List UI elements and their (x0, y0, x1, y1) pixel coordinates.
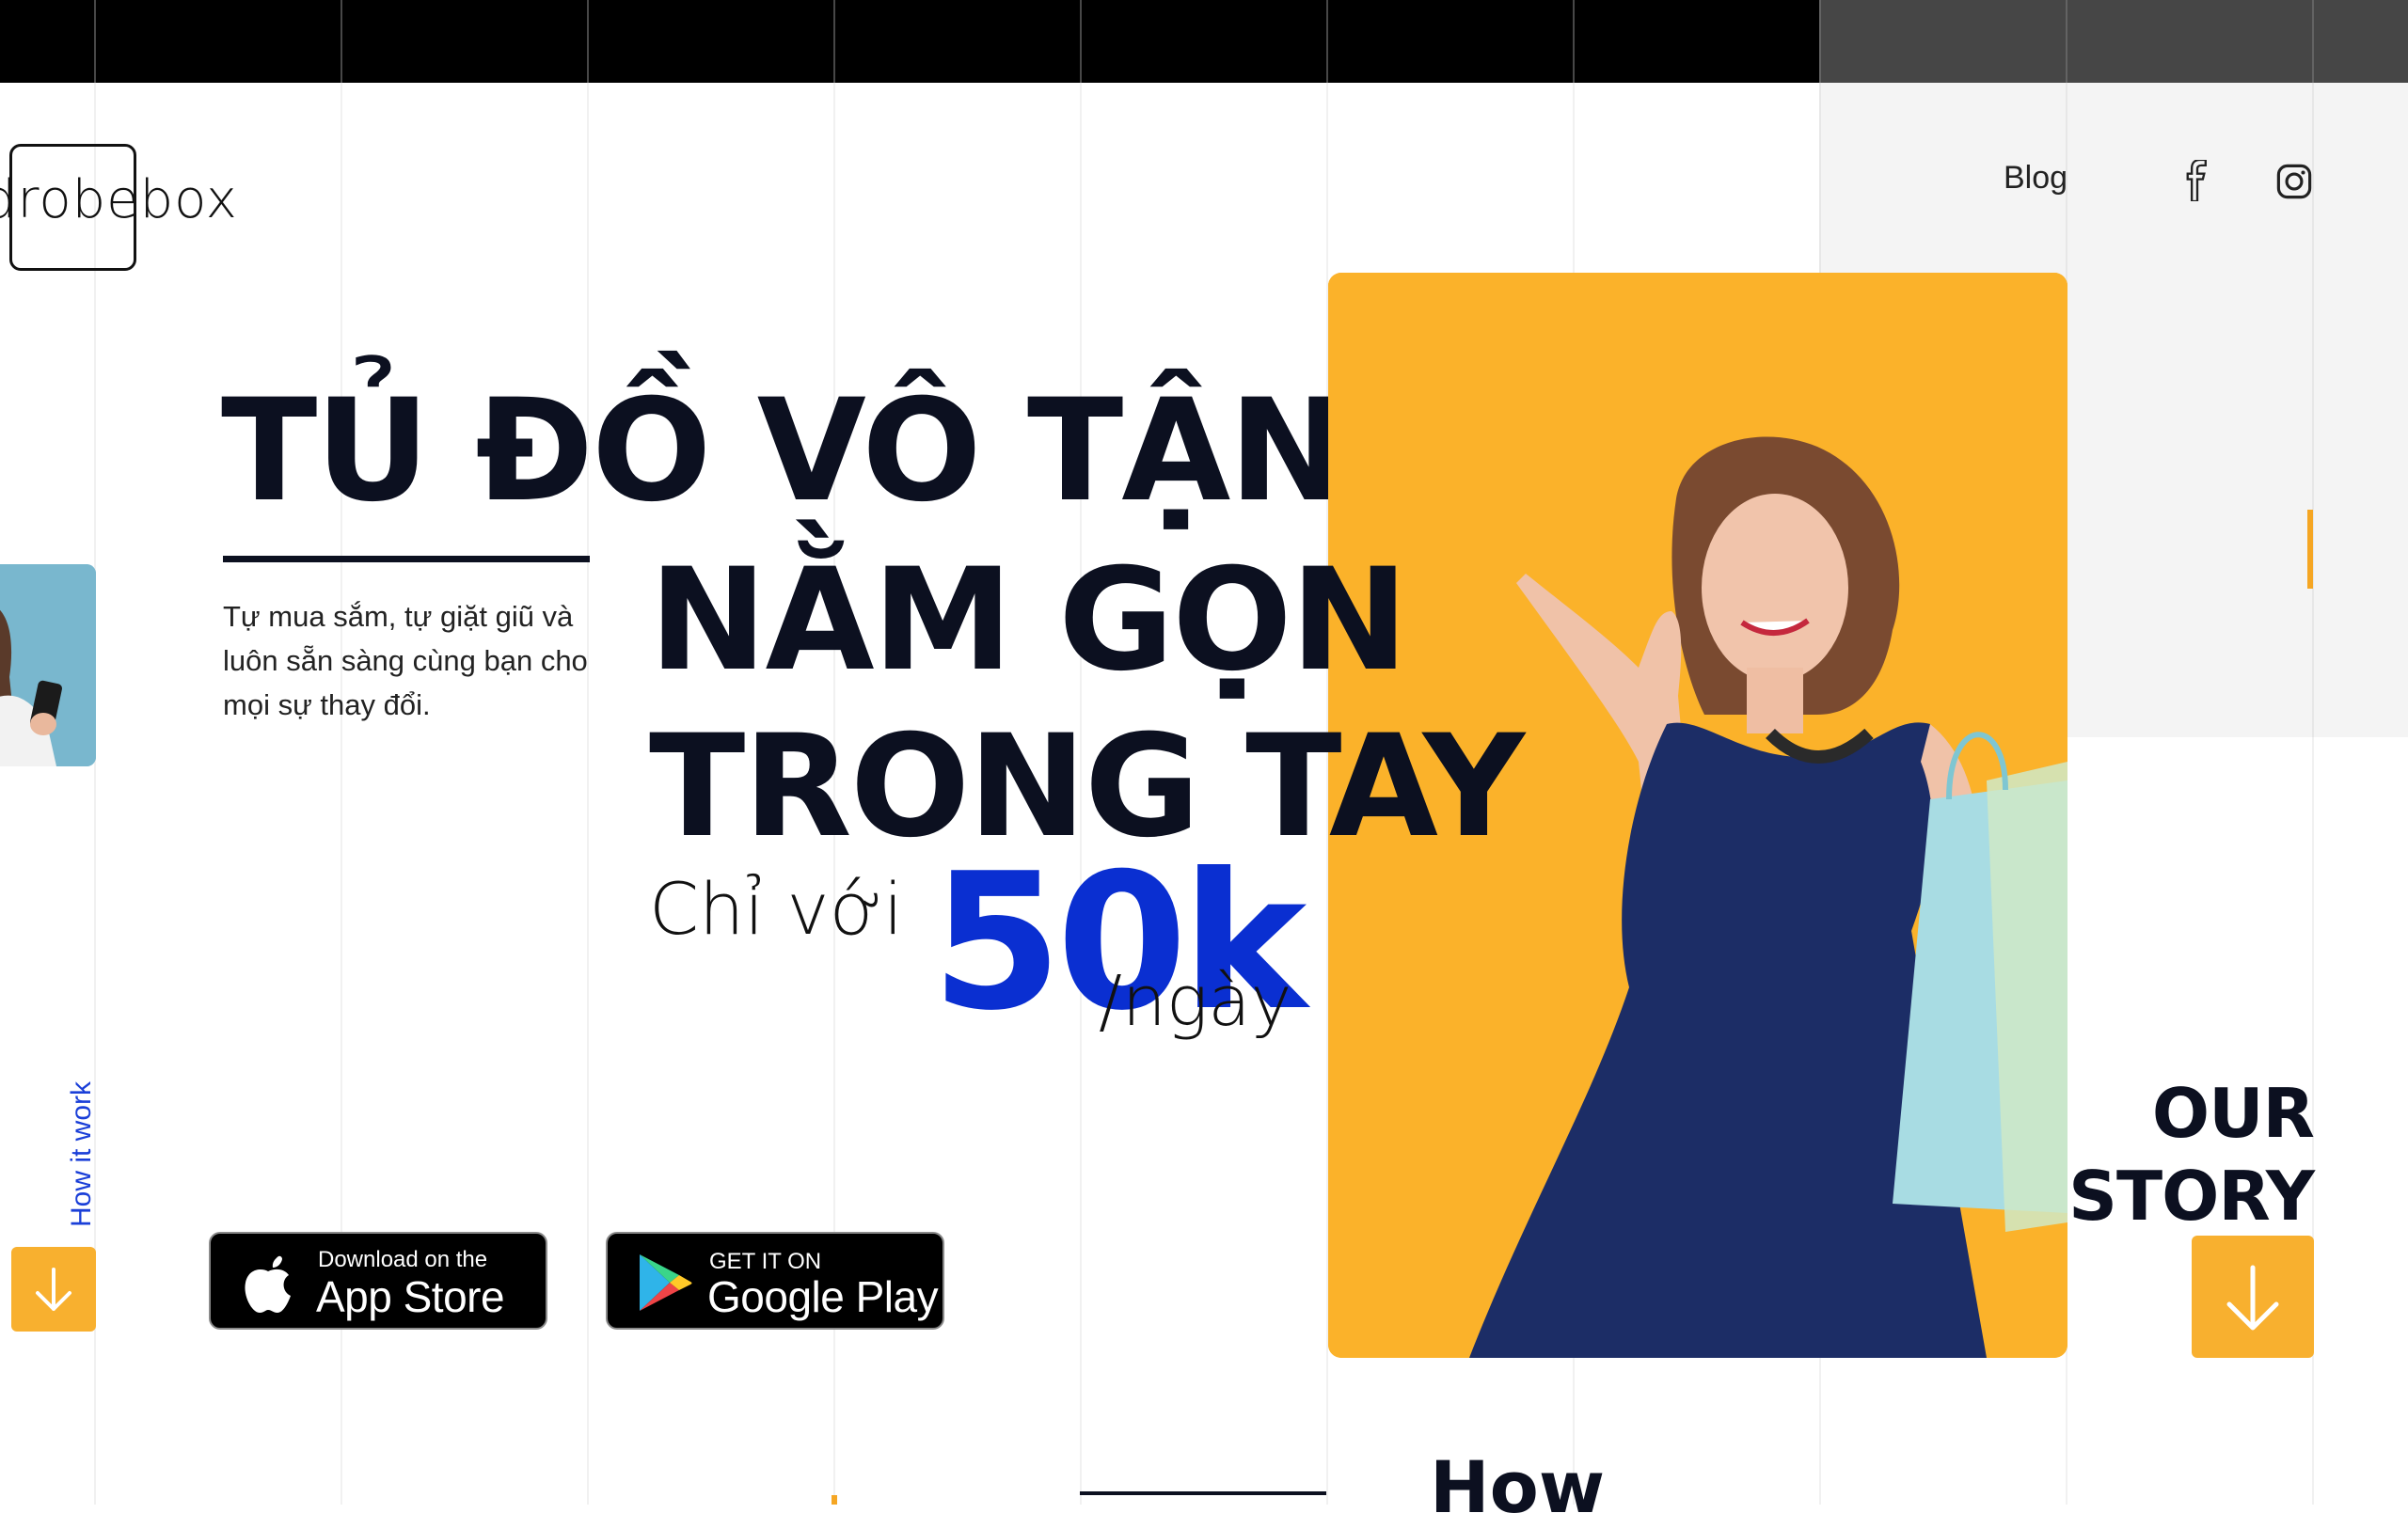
how-it-work-button[interactable] (11, 1247, 96, 1332)
title-divider (223, 556, 590, 562)
google-play-icon (640, 1254, 692, 1311)
hero-subtext: Tự mua sắm, tự giặt giũ và luôn sẵn sàng… (223, 600, 588, 721)
our-story-heading: OUR STORY (1956, 1072, 2315, 1237)
hero-title-line-3: TRONG TAY (649, 705, 1525, 869)
app-store-small-text: Download on the (318, 1247, 488, 1272)
our-story-line-1: OUR (2151, 1074, 2315, 1153)
our-story-line-2: STORY (2068, 1157, 2315, 1236)
apple-icon (245, 1255, 291, 1313)
accent-bar (2307, 510, 2313, 589)
top-bar-right (1819, 0, 2408, 83)
how-it-work-link[interactable]: How it work (66, 1081, 98, 1227)
hero-title-line-2: NẰM GỌN (649, 539, 1408, 702)
thumbnail-image[interactable] (0, 564, 96, 766)
app-store-badge[interactable]: Download on the App Store (209, 1232, 547, 1330)
nav-blog-link[interactable]: Blog (2004, 160, 2067, 197)
price-suffix: /ngày (1099, 961, 1292, 1042)
our-story-button[interactable] (2192, 1236, 2314, 1358)
arrow-down-icon (2226, 1265, 2279, 1331)
top-bar (0, 0, 1819, 83)
how-section-heading: How (1430, 1445, 1606, 1529)
arrow-down-icon (36, 1268, 71, 1311)
price-prefix: Chỉ với (649, 867, 904, 951)
bottom-divider (1080, 1491, 1326, 1495)
google-play-big-text: Google Play (707, 1272, 939, 1321)
google-play-badge[interactable]: GET IT ON Google Play (606, 1232, 944, 1330)
app-store-big-text: App Store (316, 1272, 505, 1321)
facebook-icon[interactable] (2180, 160, 2214, 201)
logo[interactable]: drobebox (0, 169, 238, 230)
hero-title-line-1: TỦ ĐỒ VÔ TẬN (221, 370, 1347, 533)
instagram-icon[interactable] (2276, 164, 2312, 199)
bottom-accent-mark (832, 1495, 837, 1505)
